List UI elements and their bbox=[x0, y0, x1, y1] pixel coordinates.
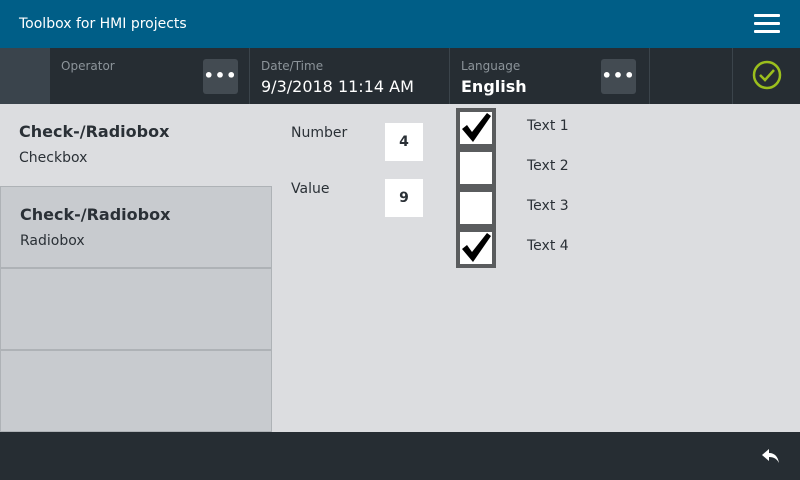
nav-item-radiobox[interactable]: Check-/Radiobox Radiobox bbox=[0, 186, 272, 268]
checkbox-label: Text 1 bbox=[527, 118, 569, 134]
nav-item-empty bbox=[0, 268, 272, 350]
datetime-label: Date/Time bbox=[261, 59, 324, 73]
datetime-section: Date/Time 9/3/2018 11:14 AM bbox=[250, 48, 450, 104]
checkbox-label: Text 4 bbox=[527, 238, 569, 254]
nav-item-subtitle: Checkbox bbox=[19, 150, 88, 166]
nav-item-title: Check-/Radiobox bbox=[19, 122, 170, 141]
language-more-button[interactable]: ••• bbox=[601, 59, 636, 94]
language-label: Language bbox=[461, 59, 521, 73]
checkbox-3[interactable] bbox=[456, 188, 496, 228]
number-label: Number bbox=[291, 125, 348, 141]
nav-item-subtitle: Radiobox bbox=[20, 233, 85, 249]
bar-spacer bbox=[0, 48, 50, 104]
value-field[interactable]: 9 bbox=[385, 179, 423, 217]
side-nav: Check-/Radiobox Checkbox Check-/Radiobox… bbox=[0, 104, 272, 432]
hamburger-icon[interactable] bbox=[754, 14, 780, 34]
number-field[interactable]: 4 bbox=[385, 123, 423, 161]
back-arrow-icon[interactable] bbox=[760, 446, 782, 466]
language-value: English bbox=[461, 77, 527, 96]
status-section[interactable] bbox=[733, 48, 800, 104]
checkbox-2[interactable] bbox=[456, 148, 496, 188]
nav-item-title: Check-/Radiobox bbox=[20, 205, 171, 224]
operator-section: Operator ••• bbox=[50, 48, 250, 104]
operator-more-button[interactable]: ••• bbox=[203, 59, 238, 94]
check-circle-icon bbox=[752, 60, 782, 90]
app-title: Toolbox for HMI projects bbox=[19, 16, 187, 32]
checkbox-label: Text 2 bbox=[527, 158, 569, 174]
value-label: Value bbox=[291, 181, 330, 197]
checkmark-icon bbox=[462, 233, 491, 262]
checkbox-4[interactable] bbox=[456, 228, 496, 268]
checkmark-icon bbox=[462, 113, 491, 142]
header: Toolbox for HMI projects bbox=[0, 0, 800, 48]
nav-item-checkbox[interactable]: Check-/Radiobox Checkbox bbox=[0, 104, 272, 186]
checkbox-1[interactable] bbox=[456, 108, 496, 148]
nav-item-empty bbox=[0, 350, 272, 432]
footer bbox=[0, 432, 800, 480]
datetime-value: 9/3/2018 11:14 AM bbox=[261, 77, 414, 96]
status-bar: Operator ••• Date/Time 9/3/2018 11:14 AM… bbox=[0, 48, 800, 104]
operator-label: Operator bbox=[61, 59, 115, 73]
language-section: Language English ••• bbox=[450, 48, 650, 104]
empty-section bbox=[650, 48, 733, 104]
checkbox-label: Text 3 bbox=[527, 198, 569, 214]
